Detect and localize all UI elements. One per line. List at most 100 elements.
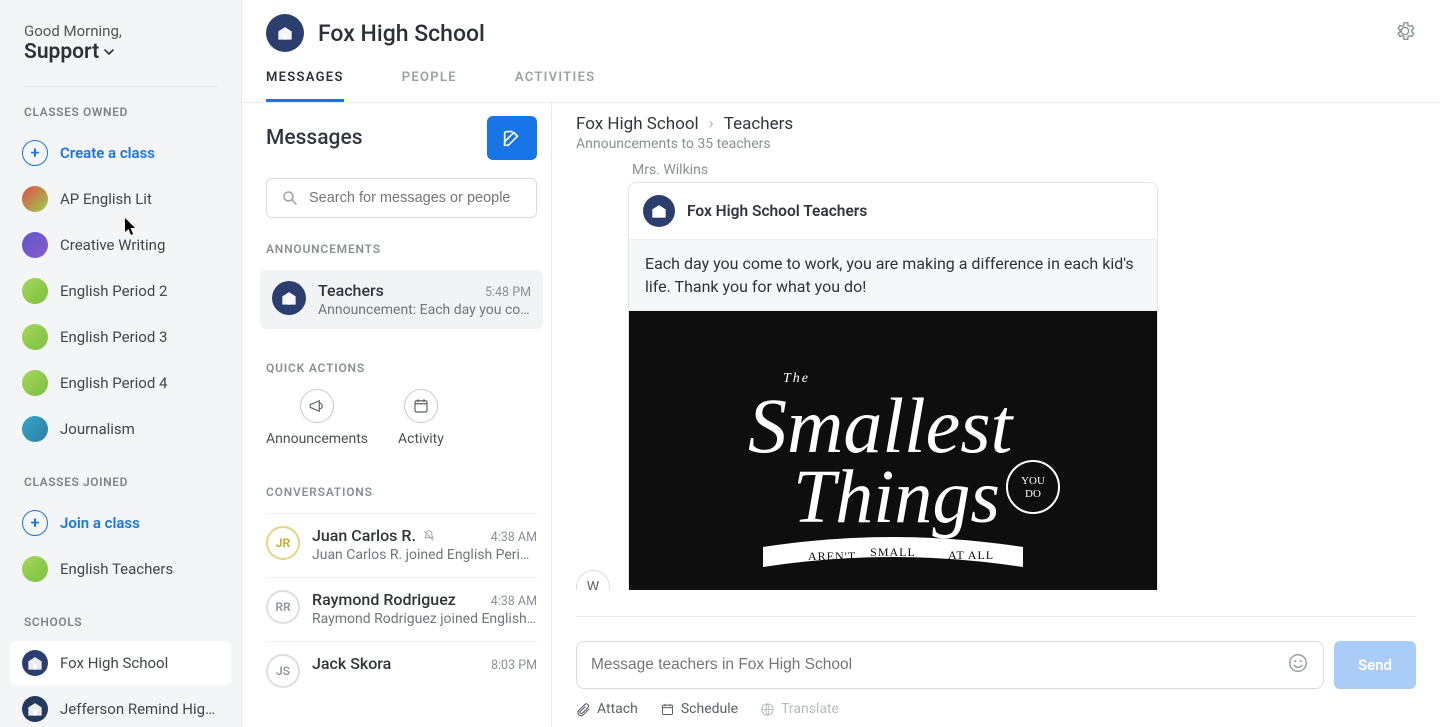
compose-button[interactable] <box>487 116 537 160</box>
avatar: JR <box>266 526 300 560</box>
conversation-item[interactable]: RR Raymond Rodriguez 4:38 AM Raymond Rod… <box>266 577 537 641</box>
chevron-right-icon: › <box>709 114 714 134</box>
messages-column-title: Messages <box>266 126 363 150</box>
search-input[interactable] <box>309 190 522 206</box>
attach-button[interactable]: Attach <box>576 701 638 717</box>
svg-text:YOU: YOU <box>1021 475 1045 487</box>
class-avatar-icon <box>22 370 48 396</box>
greeting-user: Support <box>24 40 217 64</box>
sidebar-item-label: Creative Writing <box>60 236 165 254</box>
conversation-name: Raymond Rodriguez <box>312 590 456 609</box>
conversation-name: Jack Skora <box>312 654 391 673</box>
breadcrumb: Fox High School › Teachers <box>576 114 1416 134</box>
school-avatar-icon <box>266 14 304 52</box>
conversation-item[interactable]: JS Jack Skora 8:03 PM <box>266 641 537 702</box>
sidebar-item-ap-english-lit[interactable]: AP English Lit <box>10 177 231 221</box>
composer-box[interactable] <box>576 641 1324 689</box>
sidebar-item-english-teachers[interactable]: English Teachers <box>10 547 231 591</box>
sidebar-item-jefferson-remind-high[interactable]: Jefferson Remind High... <box>10 687 231 727</box>
sidebar-divider <box>24 86 217 87</box>
sidebar-item-creative-writing[interactable]: Creative Writing <box>10 223 231 267</box>
tab-messages[interactable]: Messages <box>266 64 344 102</box>
composer: Send Attach Schedule Translate <box>552 590 1440 727</box>
paperclip-icon <box>576 702 591 717</box>
quote-ribbon-right: AT ALL <box>948 548 994 562</box>
sidebar-item-journalism[interactable]: Journalism <box>10 407 231 451</box>
tab-people[interactable]: People <box>402 64 457 102</box>
avatar: JS <box>266 654 300 688</box>
join-class-label: Join a class <box>60 514 140 532</box>
conversation-preview: Raymond Rodriguez joined English ... <box>312 611 537 627</box>
gear-icon <box>1394 20 1416 42</box>
message-input[interactable] <box>591 656 1287 674</box>
sidebar-item-label: English Period 2 <box>60 282 167 300</box>
breadcrumb-audience[interactable]: Teachers <box>724 114 793 134</box>
sidebar-item-english-period-2[interactable]: English Period 2 <box>10 269 231 313</box>
global-header: Fox High School Messages People Activiti… <box>242 0 1440 103</box>
quote-things: Things <box>793 455 1000 539</box>
create-class-label: Create a class <box>60 144 155 162</box>
bubble-image[interactable]: The Smallest Things YOU DO AREN'T SMALL … <box>629 311 1157 590</box>
class-avatar-icon <box>22 278 48 304</box>
school-avatar-icon <box>643 195 675 227</box>
tabs: Messages People Activities <box>242 64 1440 103</box>
class-avatar-icon <box>22 186 48 212</box>
sidebar-item-label: English Teachers <box>60 560 173 578</box>
tab-activities[interactable]: Activities <box>515 64 596 102</box>
sidebar-item-label: Journalism <box>60 420 135 438</box>
plus-icon: + <box>22 510 48 536</box>
quick-action-label: Activity <box>398 431 444 447</box>
globe-icon <box>760 702 775 717</box>
search-icon <box>281 189 299 207</box>
svg-text:DO: DO <box>1025 488 1041 500</box>
class-avatar-icon <box>22 416 48 442</box>
translate-button[interactable]: Translate <box>760 701 839 717</box>
send-button[interactable]: Send <box>1334 641 1416 689</box>
schedule-label: Schedule <box>681 701 738 717</box>
announcement-preview: Announcement: Each day you come... <box>318 302 531 318</box>
conversation-name: Juan Carlos R. <box>312 526 416 545</box>
greeting-line1: Good Morning, <box>24 22 217 40</box>
translate-label: Translate <box>781 701 839 717</box>
calendar-icon <box>404 389 438 423</box>
conversation-time: 4:38 AM <box>491 594 537 609</box>
quote-ribbon-mid: SMALL <box>870 545 916 559</box>
quick-action-announcements[interactable]: Announcements <box>266 389 368 447</box>
plus-icon: + <box>22 140 48 166</box>
quick-action-activity[interactable]: Activity <box>398 389 444 447</box>
sidebar-item-label: AP English Lit <box>60 190 152 208</box>
section-title-classes-joined: Classes joined <box>0 475 241 501</box>
chevron-down-icon <box>103 46 115 58</box>
announcement-item[interactable]: Teachers 5:48 PM Announcement: Each day … <box>260 270 543 329</box>
greeting[interactable]: Good Morning, Support <box>0 22 241 80</box>
sidebar-item-english-period-3[interactable]: English Period 3 <box>10 315 231 359</box>
join-class-button[interactable]: + Join a class <box>10 501 231 545</box>
sidebar-item-label: Fox High School <box>60 654 168 672</box>
announcement-time: 5:48 PM <box>485 285 531 300</box>
sidebar-item-english-period-4[interactable]: English Period 4 <box>10 361 231 405</box>
emoji-button[interactable] <box>1287 652 1309 678</box>
message-sender: Mrs. Wilkins <box>632 162 1416 178</box>
compose-icon <box>501 127 523 149</box>
settings-button[interactable] <box>1394 20 1416 46</box>
sidebar-item-label: English Period 4 <box>60 374 167 392</box>
bubble-text: Each day you come to work, you are makin… <box>629 239 1157 311</box>
create-class-button[interactable]: + Create a class <box>10 131 231 175</box>
emoji-icon <box>1287 652 1309 674</box>
thread-subtitle: Announcements to 35 teachers <box>576 136 1416 152</box>
school-avatar-icon <box>272 281 306 315</box>
message-bubble: Fox High School Teachers Each day you co… <box>628 182 1158 590</box>
sidebar-item-label: English Period 3 <box>60 328 167 346</box>
sidebar-item-label: Jefferson Remind High... <box>60 700 219 718</box>
schedule-button[interactable]: Schedule <box>660 701 738 717</box>
messages-list-column: Messages Announcements Teachers 5:48 PM … <box>242 0 552 727</box>
attach-label: Attach <box>597 701 638 717</box>
megaphone-icon <box>300 389 334 423</box>
conversation-item[interactable]: JR Juan Carlos R. 4:38 AM Juan Carlos R.… <box>266 513 537 577</box>
school-avatar-icon <box>22 696 48 722</box>
breadcrumb-school[interactable]: Fox High School <box>576 114 699 134</box>
mute-icon <box>422 529 436 543</box>
search-box[interactable] <box>266 178 537 218</box>
sidebar-item-fox-high-school[interactable]: Fox High School <box>10 641 231 685</box>
conversation-preview: Juan Carlos R. joined English Perio... <box>312 547 537 563</box>
